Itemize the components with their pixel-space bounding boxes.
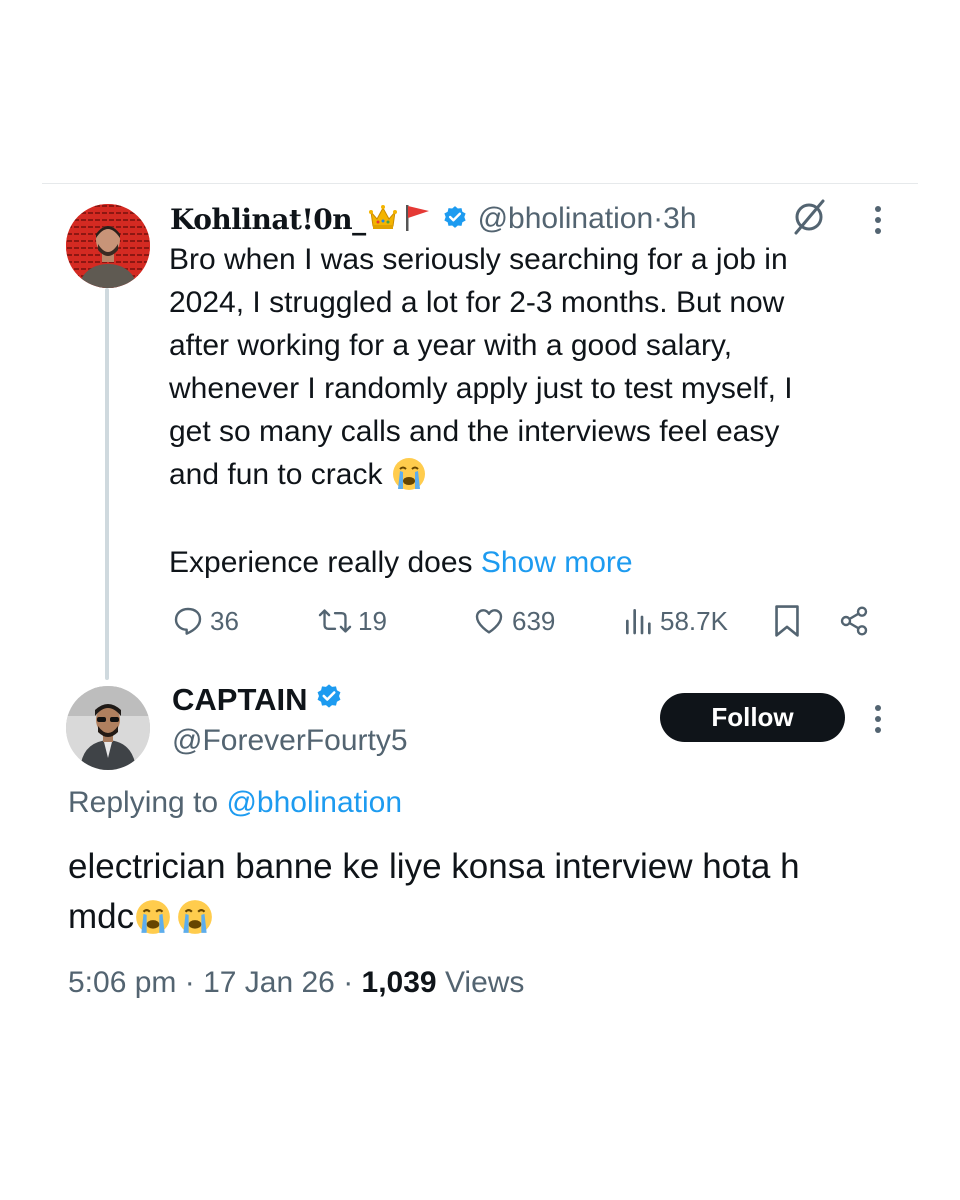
follow-button[interactable]: Follow — [660, 693, 845, 742]
grok-icon[interactable] — [790, 199, 830, 240]
repost-count: 19 — [358, 605, 387, 636]
views-button[interactable]: 58.7K — [622, 598, 728, 644]
avatar-photo-icon — [66, 204, 150, 288]
reply-meta: 5:06 pm · 17 Jan 26 · 1,039 Views — [68, 966, 524, 1000]
author-name[interactable]: Kohlinat!0n_ — [170, 203, 366, 236]
crying-face-emoji-icon — [176, 894, 214, 944]
reply-author-name[interactable]: CAPTAIN — [172, 682, 307, 718]
tweet-actions: 36 19 639 58.7K — [172, 598, 882, 644]
bookmark-button[interactable] — [772, 598, 808, 644]
thread-connector-line — [105, 288, 109, 680]
tweet-line: Experience really does Show more — [169, 541, 909, 584]
tweet-line: after working for a year with a good sal… — [169, 329, 733, 362]
reply-time[interactable]: 5:06 pm — [68, 966, 176, 999]
repost-icon — [318, 609, 352, 633]
tweet-time[interactable]: 3h — [663, 202, 696, 236]
meta-separator: · — [334, 966, 362, 999]
reply-line-text: mdc — [68, 897, 135, 936]
more-options-icon[interactable] — [866, 203, 890, 242]
replying-to: Replying to @bholination — [68, 786, 402, 820]
meta-separator: · — [176, 966, 204, 999]
tweet-line: get so many calls and the interviews fee… — [169, 415, 780, 448]
verified-badge-icon — [442, 204, 468, 235]
like-button[interactable]: 639 — [472, 598, 555, 644]
avatar[interactable] — [66, 686, 150, 770]
share-button[interactable] — [838, 598, 876, 644]
top-divider — [42, 183, 918, 184]
reply-line: electrician banne ke liye konsa intervie… — [68, 847, 800, 886]
views-count: 58.7K — [660, 605, 728, 636]
share-icon — [840, 606, 868, 636]
crying-face-emoji-icon — [134, 894, 172, 944]
crying-face-emoji-icon — [391, 455, 427, 498]
reply-icon — [174, 607, 202, 635]
tweet-line: 2024, I struggled a lot for 2-3 months. … — [169, 286, 785, 319]
reply-views-count: 1,039 — [361, 966, 437, 999]
avatar[interactable] — [66, 204, 150, 288]
author-handle[interactable]: @bholination — [478, 202, 654, 236]
reply-body: electrician banne ke liye konsa intervie… — [68, 842, 918, 944]
reply-button[interactable]: 36 — [172, 598, 239, 644]
red-flag-emoji-icon — [402, 202, 432, 237]
avatar-photo-icon — [66, 686, 150, 770]
verified-badge-icon — [315, 682, 343, 718]
tweet-line-text: and fun to crack — [169, 458, 383, 491]
reply-views-label: Views — [436, 966, 525, 999]
reply-date[interactable]: 17 Jan 26 — [203, 966, 335, 999]
time-separator: · — [653, 202, 664, 235]
repost-button[interactable]: 19 — [318, 598, 387, 644]
reply-author-handle[interactable]: @ForeverFourty5 — [172, 724, 408, 758]
like-count: 639 — [512, 605, 556, 636]
tweet-body: Bro when I was seriously searching for a… — [169, 238, 909, 584]
show-more-link[interactable]: Show more — [481, 546, 633, 579]
heart-icon — [475, 609, 503, 634]
reply-author-row: CAPTAIN — [172, 682, 343, 718]
reply-line-2: mdc — [68, 892, 918, 944]
reply-count: 36 — [210, 605, 239, 636]
tweet-header: Kohlinat!0n_ @bholination · 3h — [170, 196, 697, 242]
tweet-truncated-text: Experience really does — [169, 545, 481, 579]
replying-to-mention[interactable]: @bholination — [226, 786, 402, 819]
more-options-icon[interactable] — [866, 702, 890, 741]
bookmark-icon — [775, 605, 799, 637]
crown-emoji-icon — [368, 202, 398, 237]
tweet-line: whenever I randomly apply just to test m… — [169, 372, 793, 405]
replying-to-prefix: Replying to — [68, 786, 227, 819]
tweet-line-last: and fun to crack — [169, 453, 909, 498]
analytics-icon — [626, 609, 651, 635]
tweet-line: Bro when I was seriously searching for a… — [169, 243, 788, 276]
